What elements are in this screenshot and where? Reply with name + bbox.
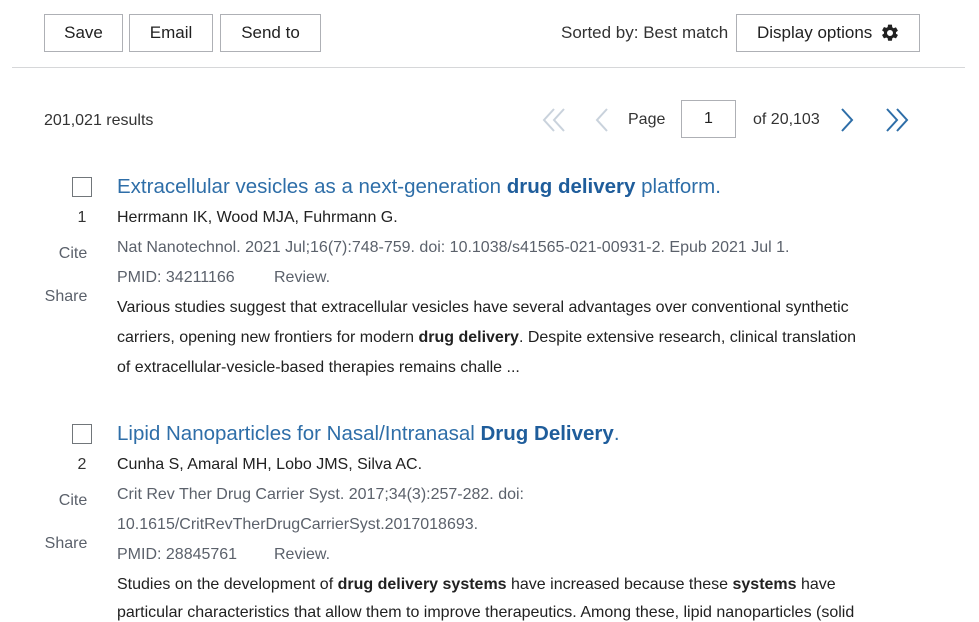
snippet-highlight: drug delivery systems [337,576,507,593]
display-options-label: Display options [757,23,873,42]
result-pmid: PMID: 34211166 [117,269,235,286]
page-number-input[interactable]: 1 [681,100,736,138]
title-highlight: Drug Delivery [480,422,614,445]
title-highlight: drug delivery [506,175,636,198]
result-title-link[interactable]: Lipid Nanoparticles for Nasal/Intranasal… [117,422,620,446]
snippet-text: . Despite extensive research, clinical t… [518,329,856,346]
result-authors: Herrmann IK, Wood MJA, Fuhrmann G. [117,209,398,226]
last-page-icon[interactable] [884,106,910,134]
result-title-link[interactable]: Extracellular vesicles as a next-generat… [117,175,721,199]
title-text: platform. [635,175,721,198]
snippet-highlight: systems [732,576,797,593]
result-authors: Cunha S, Amaral MH, Lobo JMS, Silva AC. [117,456,423,473]
snippet-text: carriers, opening new frontiers for mode… [117,329,419,346]
cite-button[interactable]: Cite [48,492,98,510]
page-label: Page [628,111,666,128]
snippet-text: have increased because these [506,576,733,593]
result-citation: Nat Nanotechnol. 2021 Jul;16(7):748-759.… [117,239,790,256]
result-type: Review. [274,546,331,563]
sort-label: Sorted by: Best match [561,23,729,42]
next-page-icon[interactable] [839,106,855,134]
first-page-icon[interactable] [541,106,567,134]
result-snippet-line: Various studies suggest that extracellul… [117,299,849,316]
result-snippet-line: of extracellular-vesicle-based therapies… [117,359,520,376]
snippet-text: have [796,576,836,593]
gear-icon [880,23,900,43]
page-total: of 20,103 [753,111,820,128]
result-citation: Crit Rev Ther Drug Carrier Syst. 2017;34… [117,486,524,503]
result-checkbox[interactable] [72,177,92,197]
cite-button[interactable]: Cite [48,245,98,263]
result-index: 1 [77,209,87,226]
display-options-button[interactable]: Display options [736,14,920,52]
result-pmid: PMID: 28845761 [117,546,238,563]
save-button[interactable]: Save [44,14,123,52]
snippet-text: Studies on the development of [117,576,338,593]
previous-page-icon[interactable] [594,106,610,134]
title-text: . [613,422,620,445]
result-checkbox[interactable] [72,424,92,444]
send-to-button[interactable]: Send to [220,14,321,52]
title-text: Lipid Nanoparticles for Nasal/Intranasal [117,422,481,445]
toolbar-divider [12,67,965,68]
results-count: 201,021 results [44,112,154,129]
share-button[interactable]: Share [41,535,91,553]
snippet-highlight: drug delivery [418,329,519,346]
result-snippet-line: particular characteristics that allow th… [117,604,855,621]
email-button[interactable]: Email [129,14,213,52]
result-type: Review. [274,269,331,286]
title-text: Extracellular vesicles as a next-generat… [117,175,507,198]
result-snippet-line: carriers, opening new frontiers for mode… [117,329,856,347]
result-index: 2 [77,456,87,473]
result-citation: 10.1615/CritRevTherDrugCarrierSyst.20170… [117,516,479,533]
result-snippet-line: Studies on the development of drug deliv… [117,576,836,594]
share-button[interactable]: Share [41,288,91,306]
